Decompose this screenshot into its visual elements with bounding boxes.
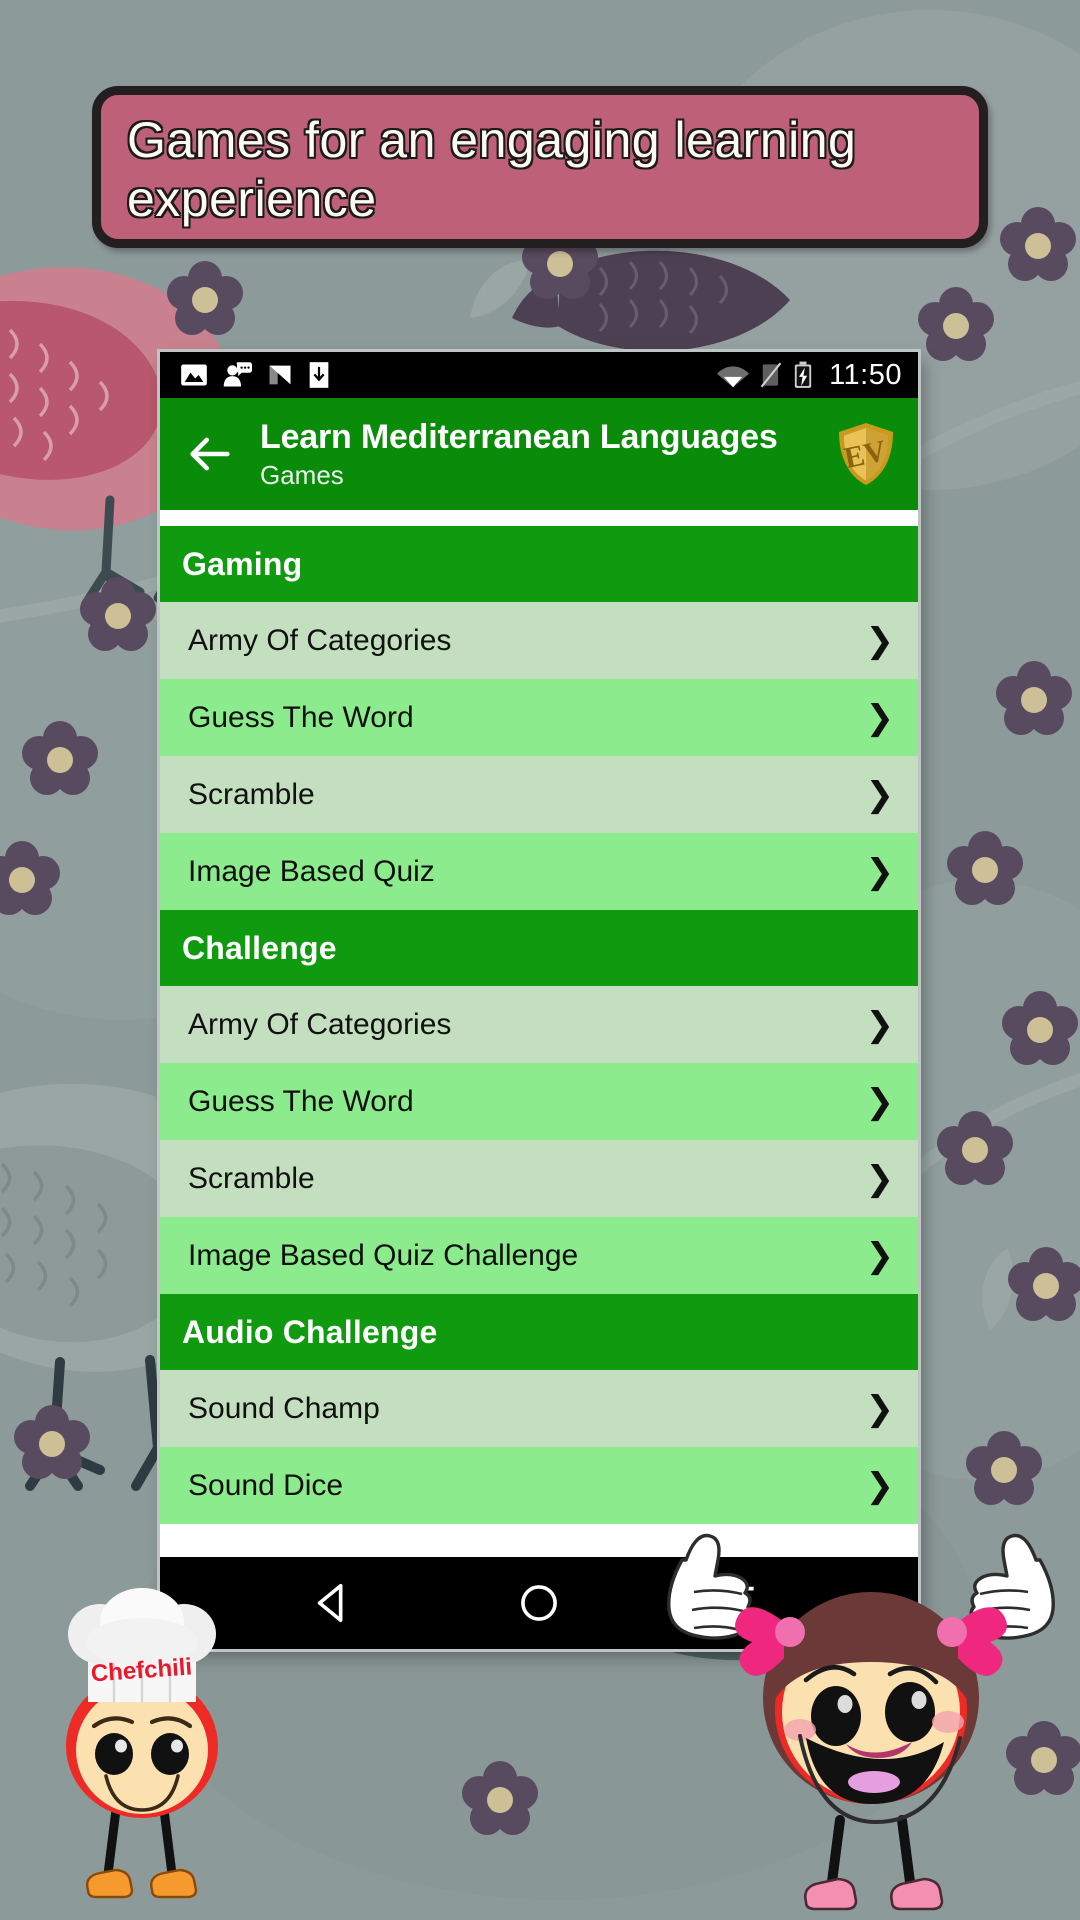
download-icon (309, 362, 329, 388)
list-item-label: Army Of Categories (188, 1007, 452, 1041)
list-item[interactable]: Sound Champ ❯ (160, 1370, 918, 1447)
list-item-label: Guess The Word (188, 1084, 414, 1118)
list-item-label: Image Based Quiz (188, 854, 435, 888)
list-item-label: Sound Dice (188, 1468, 344, 1502)
chevron-right-icon: ❯ (865, 1235, 895, 1276)
signal-off-icon (760, 362, 782, 388)
toolbar-list-gap (160, 510, 918, 526)
list-item-label: Scramble (188, 1161, 315, 1195)
section-header-label: Audio Challenge (182, 1313, 438, 1350)
list-item[interactable]: Army Of Categories ❯ (160, 602, 918, 679)
status-bar-notification-icons (180, 361, 330, 389)
section-header: Audio Challenge (160, 1294, 918, 1370)
chevron-right-icon: ❯ (865, 1081, 895, 1122)
list-item[interactable]: Guess The Word ❯ (160, 679, 918, 756)
wifi-icon (717, 366, 750, 388)
section-header-label: Gaming (182, 545, 303, 582)
nova-launcher-icon (269, 365, 291, 385)
ev-shield-logo-icon[interactable]: EV (836, 421, 896, 487)
speech-person-icon (223, 362, 252, 387)
chevron-right-icon: ❯ (865, 1465, 895, 1506)
section-header: Gaming (160, 526, 918, 602)
home-circle-icon[interactable] (516, 1580, 562, 1626)
chevron-right-icon: ❯ (865, 1004, 895, 1045)
list-item-label: Image Based Quiz Challenge (188, 1238, 579, 1272)
chevron-right-icon: ❯ (865, 1388, 895, 1429)
status-bar-system-icons: 11:50 (717, 359, 902, 392)
chevron-right-icon: ❯ (865, 620, 895, 661)
chevron-right-icon: ❯ (865, 774, 895, 815)
chevron-right-icon: ❯ (865, 697, 895, 738)
list-item[interactable]: Army Of Categories ❯ (160, 986, 918, 1063)
promo-banner: Games for an engaging learning experienc… (92, 86, 988, 248)
battery-charging-icon (794, 361, 812, 388)
page-subtitle: Games (260, 459, 344, 490)
chevron-right-icon: ❯ (865, 851, 895, 892)
section-header: Challenge (160, 910, 918, 986)
chefchili-mascot: Chefchili (38, 1578, 248, 1920)
chevron-right-icon: ❯ (865, 1158, 895, 1199)
android-status-bar: 11:50 (160, 352, 918, 398)
girl-thumbs-up-mascot (660, 1530, 1080, 1920)
games-list: Gaming Army Of Categories ❯ Guess The Word ❯… (160, 526, 918, 1557)
list-item-label: Guess The Word (188, 700, 414, 734)
list-item-label: Sound Champ (188, 1391, 380, 1425)
list-item[interactable]: Guess The Word ❯ (160, 1063, 918, 1140)
list-item[interactable]: Scramble ❯ (160, 1140, 918, 1217)
back-triangle-icon[interactable] (310, 1580, 356, 1626)
list-item-label: Army Of Categories (188, 623, 452, 657)
image-icon (181, 364, 207, 386)
list-item[interactable]: Image Based Quiz Challenge ❯ (160, 1217, 918, 1294)
page-title: Learn Mediterranean Languages (260, 417, 778, 456)
app-toolbar: Learn Mediterranean Languages Games EV (160, 398, 918, 510)
list-item[interactable]: Sound Dice ❯ (160, 1447, 918, 1524)
status-bar-clock: 11:50 (829, 358, 902, 391)
section-header-label: Challenge (182, 929, 337, 966)
toolbar-titles: Learn Mediterranean Languages Games (260, 418, 836, 491)
phone-screenshot: 11:50 Learn Mediterranean Languages Game… (160, 352, 918, 1649)
back-arrow-icon[interactable] (184, 428, 236, 480)
list-item[interactable]: Scramble ❯ (160, 756, 918, 833)
promo-banner-text: Games for an engaging learning experienc… (127, 112, 857, 227)
list-item[interactable]: Image Based Quiz ❯ (160, 833, 918, 910)
list-item-label: Scramble (188, 777, 315, 811)
